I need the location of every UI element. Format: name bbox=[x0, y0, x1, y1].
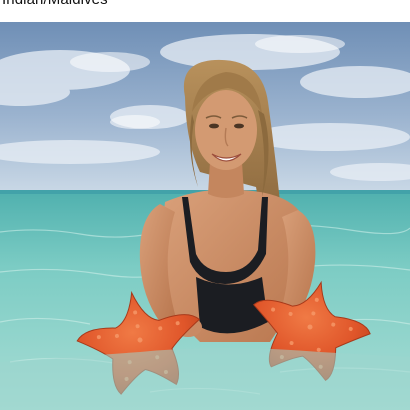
post-photo[interactable] bbox=[0, 22, 410, 410]
location-tag[interactable]: Indian/Maldives bbox=[2, 0, 108, 8]
post-header: Indian/Maldives bbox=[0, 0, 410, 22]
woman-in-sea-holding-starfish-icon bbox=[0, 22, 410, 410]
post-view: Indian/Maldives bbox=[0, 0, 410, 410]
